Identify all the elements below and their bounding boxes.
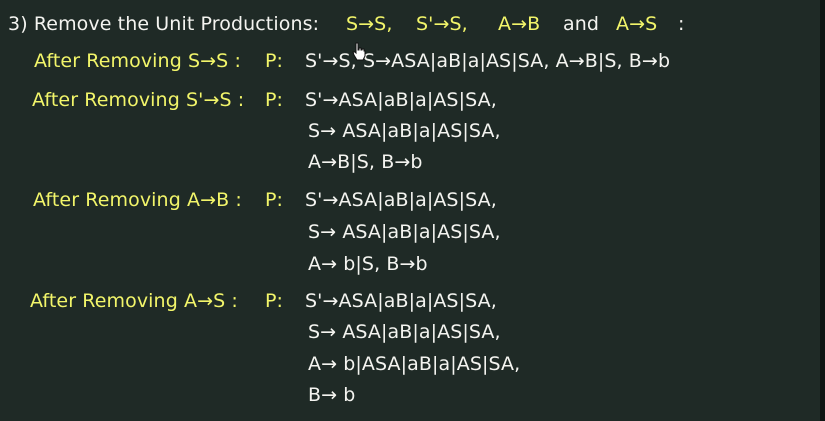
- step-3-line-3: A→ b|S, B→b: [308, 253, 428, 275]
- title-item-2: S'→S,: [416, 13, 468, 35]
- step-4-line-1: S'→ASA|aB|a|AS|SA,: [305, 290, 497, 312]
- step-3-line-2: S→ ASA|aB|a|AS|SA,: [308, 221, 501, 243]
- step-3-heading: After Removing A→B :: [33, 189, 242, 211]
- step-1-heading: After Removing S→S :: [34, 50, 241, 72]
- step-2-line-1: S'→ASA|aB|a|AS|SA,: [305, 89, 497, 111]
- step-2-p-label: P:: [265, 89, 284, 111]
- title-label: 3) Remove the Unit Productions:: [8, 13, 320, 35]
- step-4-line-4: B→ b: [308, 384, 356, 406]
- step-1-p-label: P:: [265, 50, 284, 72]
- title-item-1: S→S,: [346, 13, 393, 35]
- title-colon: :: [678, 13, 685, 35]
- window-edge-bar: [820, 0, 825, 421]
- step-2-heading: After Removing S'→S :: [32, 89, 245, 111]
- step-4-heading: After Removing A→S :: [30, 290, 238, 312]
- step-2-line-3: A→B|S, B→b: [308, 151, 423, 173]
- hand-cursor-icon: [352, 42, 366, 61]
- step-3-line-1: S'→ASA|aB|a|AS|SA,: [305, 189, 497, 211]
- step-2-line-2: S→ ASA|aB|a|AS|SA,: [308, 120, 501, 142]
- step-4-line-3: A→ b|ASA|aB|a|AS|SA,: [308, 353, 521, 375]
- step-3-p-label: P:: [265, 189, 284, 211]
- slide-canvas: 3) Remove the Unit Productions: S→S, S'→…: [0, 0, 825, 421]
- title-item-and: and: [563, 13, 600, 35]
- step-4-p-label: P:: [265, 290, 284, 312]
- title-item-4: A→S: [616, 13, 658, 35]
- step-4-line-2: S→ ASA|aB|a|AS|SA,: [308, 321, 501, 343]
- title-item-3: A→B: [498, 13, 541, 35]
